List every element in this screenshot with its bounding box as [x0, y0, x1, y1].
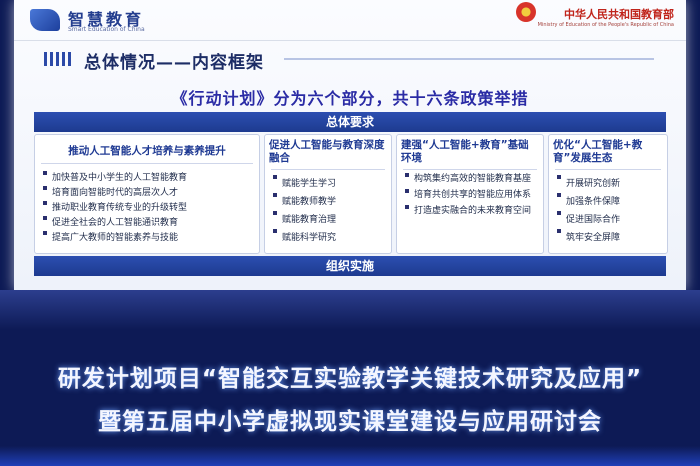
list-item: 赋能教师教学: [271, 193, 387, 211]
list-item: 赋能科学研究: [271, 229, 387, 247]
requirements-bar: 总体要求: [34, 112, 666, 132]
list-item: 筑牢安全屏障: [555, 229, 663, 247]
brand-name-en: Smart Education of China: [68, 26, 145, 33]
list-item: 开展研究创新: [555, 175, 663, 193]
column-environment: 建强“人工智能+教育”基础环境 构筑集约高效的智能教育基座 培育共创共享的智能应…: [396, 134, 544, 254]
column-items: 加快普及中小学生的人工智能教育 培育面向智能时代的高层次人才 推动职业教育传统专…: [41, 171, 255, 246]
column-items: 赋能学生学习 赋能教师教学 赋能教育治理 赋能科学研究: [271, 175, 387, 247]
column-divider: [555, 169, 661, 170]
list-item: 加强条件保障: [555, 193, 663, 211]
event-banner-line-1: 研发计划项目“智能交互实验教学关键技术研究及应用”: [57, 366, 643, 392]
list-item: 提高广大教师的智能素养与技能: [41, 231, 255, 246]
national-emblem-icon: [516, 2, 536, 22]
column-divider: [41, 163, 253, 164]
stripes-decoration: [44, 52, 74, 66]
column-title: 促进人工智能与教育深度融合: [269, 139, 385, 164]
smart-education-logo-icon: [30, 9, 60, 31]
list-item: 推动职业教育传统专业的升级转型: [41, 201, 255, 216]
column-divider: [271, 169, 385, 170]
column-talent: 推动人工智能人才培养与素养提升 加快普及中小学生的人工智能教育 培育面向智能时代…: [34, 134, 260, 254]
list-item: 培育共创共享的智能应用体系: [403, 189, 539, 205]
list-item: 打造虚实融合的未来教育空间: [403, 205, 539, 218]
column-ecosystem: 优化“人工智能+教育”发展生态 开展研究创新 加强条件保障 促进国际合作 筑牢安…: [548, 134, 668, 254]
organization-bar: 组织实施: [34, 256, 666, 276]
event-banner-line-2: 暨第五届中小学虚拟现实课堂建设与应用研讨会: [98, 409, 602, 435]
list-item: 促进国际合作: [555, 211, 663, 229]
ministry-name-cn: 中华人民共和国教育部: [564, 8, 674, 21]
section-divider: [284, 58, 654, 60]
stage-lighting: [0, 446, 700, 466]
column-title: 优化“人工智能+教育”发展生态: [553, 139, 643, 164]
column-items: 构筑集约高效的智能教育基座 培育共创共享的智能应用体系 打造虚实融合的未来教育空…: [403, 173, 539, 218]
list-item: 加快普及中小学生的人工智能教育: [41, 171, 255, 186]
ministry-name-en: Ministry of Education of the People's Re…: [537, 22, 674, 28]
list-item: 构筑集约高效的智能教育基座: [403, 173, 539, 189]
list-item: 赋能学生学习: [271, 175, 387, 193]
column-integration: 促进人工智能与教育深度融合 赋能学生学习 赋能教师教学 赋能教育治理 赋能科学研…: [264, 134, 392, 254]
list-item: 促进全社会的人工智能通识教育: [41, 216, 255, 231]
column-title: 建强“人工智能+教育”基础环境: [401, 139, 529, 164]
column-items: 开展研究创新 加强条件保障 促进国际合作 筑牢安全屏障: [555, 175, 663, 247]
list-item: 赋能教育治理: [271, 211, 387, 229]
section-heading: 总体情况——内容框架: [44, 46, 654, 73]
presentation-screen: 智慧教育 Smart Education of China 中华人民共和国教育部…: [14, 0, 686, 290]
stage-floor: [0, 290, 700, 330]
framework-columns: 推动人工智能人才培养与素养提升 加快普及中小学生的人工智能教育 培育面向智能时代…: [34, 134, 668, 254]
list-item: 培育面向智能时代的高层次人才: [41, 186, 255, 201]
slide-header: 智慧教育 Smart Education of China 中华人民共和国教育部…: [14, 0, 686, 41]
slide-headline: 《行动计划》分为六个部分，共十六条政策举措: [171, 89, 529, 108]
ministry-label: 中华人民共和国教育部 Ministry of Education of the …: [538, 6, 674, 28]
column-divider: [403, 169, 537, 170]
section-title: 总体情况——内容框架: [84, 53, 264, 73]
column-title: 推动人工智能人才培养与素养提升: [68, 145, 226, 157]
